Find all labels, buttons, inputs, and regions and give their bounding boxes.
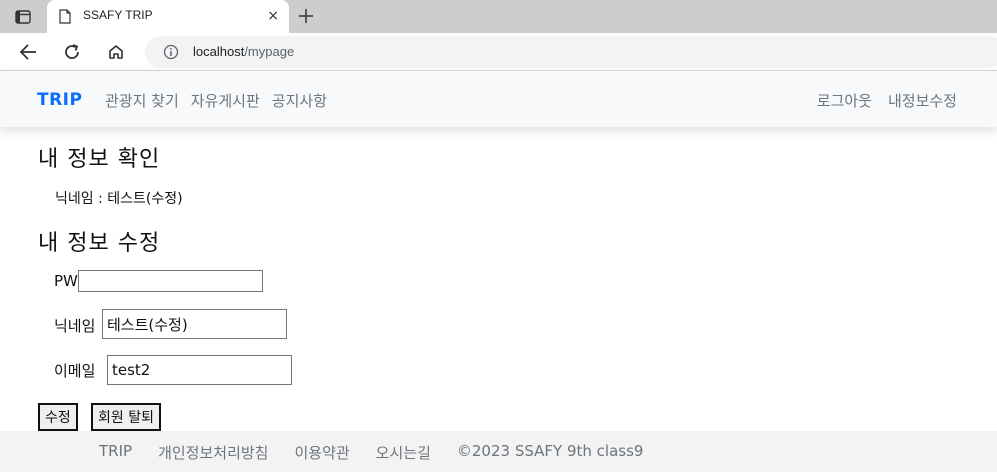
url-text: localhost/mypage [193, 44, 294, 59]
email-label: 이메일 [54, 362, 96, 380]
submit-edit-button[interactable]: 수정 [38, 403, 78, 431]
pw-input[interactable] [78, 270, 263, 292]
tab-actions-icon[interactable] [8, 6, 38, 28]
tab-title: SSAFY TRIP [83, 8, 153, 22]
page-favicon-icon [59, 9, 71, 28]
site-info-icon[interactable] [163, 44, 179, 64]
nav-right-links: 로그아웃 내정보수정 [817, 90, 957, 111]
reload-icon[interactable] [60, 40, 84, 64]
browser-tab[interactable]: SSAFY TRIP × [47, 0, 289, 33]
address-bar[interactable]: localhost/mypage [145, 36, 997, 68]
nickname-label: 닉네임 [54, 317, 96, 335]
footer-link-terms[interactable]: 이용약관 [294, 442, 349, 463]
tab-close-icon[interactable]: × [267, 8, 279, 24]
footer-link-directions[interactable]: 오시는길 [376, 442, 431, 463]
url-path: /mypage [244, 44, 295, 59]
nav-link-notices[interactable]: 공지사항 [272, 90, 327, 111]
nav-link-free-board[interactable]: 자유게시판 [191, 90, 260, 111]
new-tab-icon[interactable] [295, 5, 317, 27]
nav-link-edit-profile[interactable]: 내정보수정 [888, 90, 957, 111]
home-icon[interactable] [104, 40, 128, 64]
footer-links: TRIP 개인정보처리방침 이용약관 오시는길 ©2023 SSAFY 9th … [99, 442, 643, 463]
brand-logo[interactable]: TRIP [37, 90, 82, 110]
nav-link-logout[interactable]: 로그아웃 [817, 90, 872, 111]
nav-left-links: 관광지 찾기 자유게시판 공지사항 [105, 90, 327, 111]
pw-label: PW [54, 272, 78, 290]
footer-copyright: ©2023 SSAFY 9th class9 [456, 442, 644, 460]
site-footer: TRIP 개인정보처리방침 이용약관 오시는길 ©2023 SSAFY 9th … [0, 431, 997, 472]
current-nickname: 닉네임 : 테스트(수정) [55, 191, 183, 207]
footer-link-privacy[interactable]: 개인정보처리방침 [158, 442, 268, 463]
email-input[interactable] [107, 355, 292, 385]
browser-toolbar: localhost/mypage [0, 33, 997, 70]
back-arrow-icon[interactable] [16, 40, 40, 64]
nav-link-attractions[interactable]: 관광지 찾기 [105, 90, 179, 111]
edit-heading: 내 정보 수정 [38, 231, 161, 256]
url-host: localhost [193, 44, 245, 59]
nickname-input[interactable] [102, 309, 287, 339]
site-navbar: TRIP 관광지 찾기 자유게시판 공지사항 로그아웃 내정보수정 [0, 71, 997, 127]
browser-tab-bar: SSAFY TRIP × [0, 0, 997, 33]
info-heading: 내 정보 확인 [38, 147, 161, 172]
footer-link-trip[interactable]: TRIP [99, 442, 132, 463]
withdraw-button[interactable]: 회원 탈퇴 [91, 403, 161, 431]
